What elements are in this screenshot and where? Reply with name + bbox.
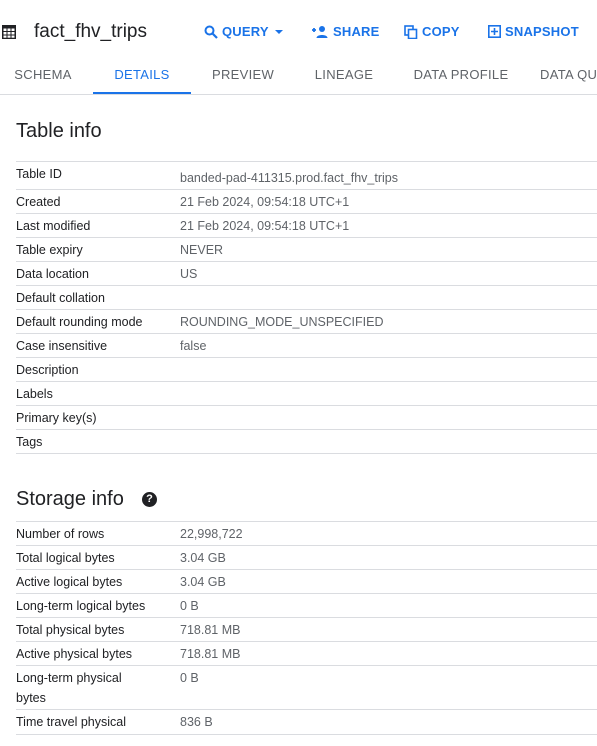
info-row: Default rounding mode ROUNDING_MODE_UNSP… [16, 309, 597, 333]
storage-label: Total logical bytes [16, 551, 115, 565]
tab-data-quality[interactable]: DATA QU [540, 57, 597, 94]
info-label: Case insensitive [16, 339, 108, 353]
tab-details[interactable]: DETAILS [93, 57, 191, 94]
storage-label: Long-term physical [16, 671, 122, 685]
info-row: Table ID banded-pad-411315.prod.fact_fhv… [16, 161, 597, 189]
top-bar: fact_fhv_trips QUERY SHARE COPY SNAPSHOT [0, 0, 597, 58]
search-icon [204, 25, 218, 39]
storage-label: Total physical bytes [16, 623, 125, 637]
info-value: US [180, 267, 198, 281]
table-icon [2, 25, 16, 39]
share-button[interactable]: SHARE [311, 24, 380, 39]
table-info-title: Table info [16, 120, 102, 142]
info-row: Description [16, 357, 597, 381]
info-label: Primary key(s) [16, 411, 97, 425]
help-icon[interactable]: ? [142, 492, 157, 507]
tab-lineage[interactable]: LINEAGE [298, 57, 390, 94]
snapshot-button[interactable]: SNAPSHOT [488, 24, 579, 39]
storage-label-line2: bytes [16, 691, 46, 705]
storage-label: Number of rows [16, 527, 105, 541]
storage-value: 836 B [180, 715, 213, 729]
storage-info-list: Number of rows 22,998,722 Total logical … [16, 521, 597, 735]
info-row: Default collation [16, 285, 597, 309]
copy-button[interactable]: COPY [404, 24, 460, 39]
storage-info-title: Storage info [16, 488, 124, 510]
info-label: Tags [16, 435, 43, 449]
storage-value: 0 B [180, 599, 199, 613]
tab-schema[interactable]: SCHEMA [0, 57, 86, 94]
info-value: ROUNDING_MODE_UNSPECIFIED [180, 315, 384, 329]
info-label: Created [16, 195, 61, 209]
info-label: Last modified [16, 219, 91, 233]
info-label: Labels [16, 387, 53, 401]
query-label: QUERY [222, 24, 269, 39]
info-row: Table expiry NEVER [16, 237, 597, 261]
info-label: Default collation [16, 291, 105, 305]
info-label: Description [16, 363, 79, 377]
storage-row: Total logical bytes 3.04 GB [16, 545, 597, 569]
info-row: Case insensitive false [16, 333, 597, 357]
info-row: Data location US [16, 261, 597, 285]
info-row: Last modified 21 Feb 2024, 09:54:18 UTC+… [16, 213, 597, 237]
storage-row: Long-term logical bytes 0 B [16, 593, 597, 617]
storage-label: Active physical bytes [16, 647, 133, 661]
info-label: Table ID [16, 167, 62, 181]
storage-value: 0 B [180, 671, 199, 685]
info-value: 21 Feb 2024, 09:54:18 UTC+1 [180, 219, 350, 233]
storage-value: 22,998,722 [180, 527, 243, 541]
share-label: SHARE [333, 24, 380, 39]
storage-value: 718.81 MB [180, 647, 241, 661]
info-row: Tags [16, 429, 597, 454]
info-label: Table expiry [16, 243, 83, 257]
query-button[interactable]: QUERY [204, 24, 286, 39]
snapshot-icon [488, 25, 501, 38]
storage-row: Active physical bytes 718.81 MB [16, 641, 597, 665]
chevron-down-icon [274, 29, 283, 34]
tab-bar: SCHEMA DETAILS PREVIEW LINEAGE DATA PROF… [0, 57, 597, 95]
storage-row: Number of rows 22,998,722 [16, 521, 597, 545]
info-label: Default rounding mode [16, 315, 143, 329]
storage-label: Active logical bytes [16, 575, 123, 589]
info-row: Primary key(s) [16, 405, 597, 429]
snapshot-label: SNAPSHOT [505, 24, 579, 39]
storage-value: 3.04 GB [180, 575, 226, 589]
table-info-list: Table ID banded-pad-411315.prod.fact_fhv… [16, 161, 597, 454]
storage-row: Time travel physical 836 B [16, 709, 597, 735]
tab-data-profile[interactable]: DATA PROFILE [404, 57, 518, 94]
info-value: false [180, 339, 207, 353]
copy-label: COPY [422, 24, 460, 39]
info-label: Data location [16, 267, 89, 281]
page-title: fact_fhv_trips [34, 21, 147, 42]
person-add-icon [312, 25, 328, 38]
storage-value: 718.81 MB [180, 623, 241, 637]
storage-row: Long-term physical bytes 0 B [16, 665, 597, 709]
info-row: Labels [16, 381, 597, 405]
info-value: banded-pad-411315.prod.fact_fhv_trips [180, 171, 398, 185]
storage-value: 3.04 GB [180, 551, 226, 565]
info-value: 21 Feb 2024, 09:54:18 UTC+1 [180, 195, 350, 209]
info-row: Created 21 Feb 2024, 09:54:18 UTC+1 [16, 189, 597, 213]
storage-label: Long-term logical bytes [16, 599, 146, 613]
info-value: NEVER [180, 243, 224, 257]
tab-preview[interactable]: PREVIEW [200, 57, 286, 94]
copy-icon [404, 24, 418, 39]
storage-row: Active logical bytes 3.04 GB [16, 569, 597, 593]
storage-label: Time travel physical [16, 715, 126, 729]
storage-row: Total physical bytes 718.81 MB [16, 617, 597, 641]
